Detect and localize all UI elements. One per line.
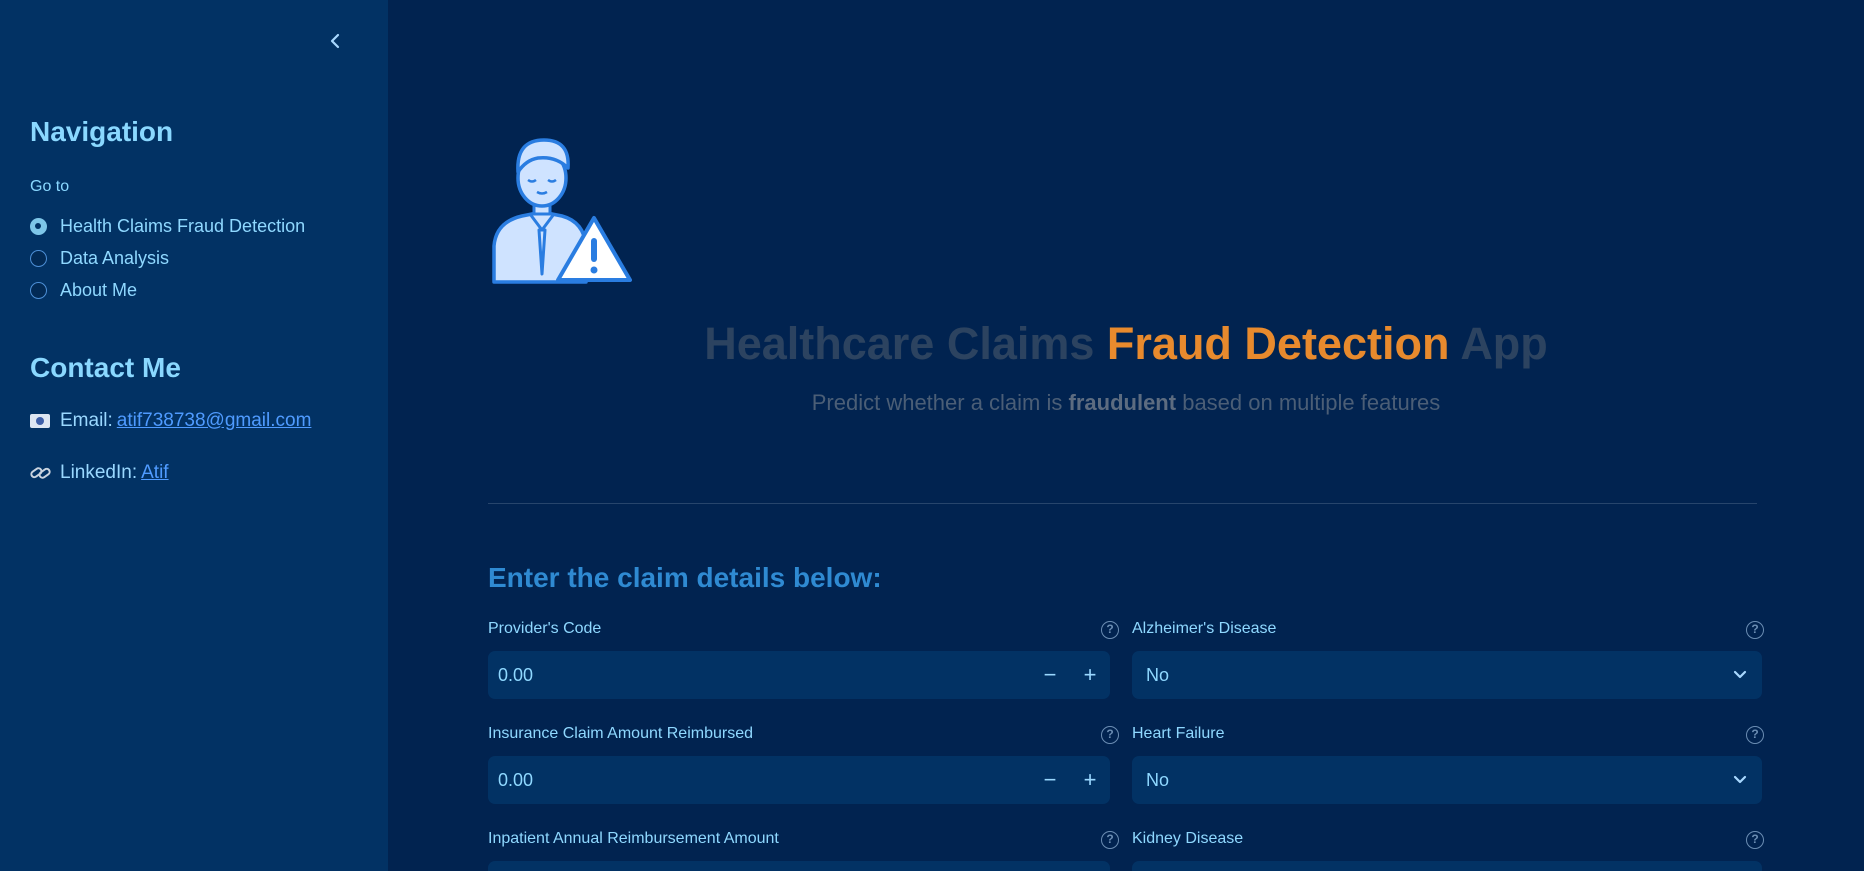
kidney-disease-select[interactable] [1132,861,1762,871]
title-part-2: App [1460,318,1548,369]
input-value: 0.00 [498,769,534,790]
radio-label: About Me [60,279,138,300]
insurance-claim-amount-input[interactable]: 0.00 − + [488,756,1110,804]
inpatient-annual-reimbursement-label: Inpatient Annual Reimbursement Amount [488,830,779,847]
radio-health-claims-fraud-detection[interactable]: Health Claims Fraud Detection [30,210,305,242]
subtitle-part-1: Predict whether a claim is [811,390,1063,415]
heart-failure-select[interactable]: No [1132,756,1762,804]
goto-label: Go to [30,178,70,195]
email-line: Email: atif738738@gmail.com [30,410,311,432]
help-icon[interactable]: ? [1101,621,1119,639]
radio-unchecked-icon [30,281,47,299]
decrement-button[interactable]: − [1030,651,1070,699]
linkedin-link[interactable]: Atif [141,462,168,484]
select-value: No [1146,769,1170,790]
radio-about-me[interactable]: About Me [30,274,305,306]
decrement-button[interactable]: − [1030,756,1070,804]
radio-data-analysis[interactable]: Data Analysis [30,242,305,274]
main-content: Healthcare Claims Fraud Detection App Pr… [388,0,1864,871]
subtitle-part-2: based on multiple features [1182,390,1441,415]
inpatient-annual-reimbursement-input[interactable] [488,861,1110,871]
linkedin-label: LinkedIn: [60,462,138,483]
providers-code-input[interactable]: 0.00 − + [488,651,1110,699]
providers-code-label: Provider's Code [488,620,602,637]
title-part-1: Healthcare Claims [704,318,1095,369]
link-icon [30,464,52,482]
collapse-sidebar-button[interactable] [322,28,348,54]
increment-button[interactable]: + [1070,651,1110,699]
title-accent: Fraud Detection [1106,318,1450,369]
linkedin-line: LinkedIn: Atif [30,462,169,484]
help-icon[interactable]: ? [1101,726,1119,744]
fraud-alert-person-icon [492,138,632,284]
heart-failure-label: Heart Failure [1132,725,1225,742]
help-icon[interactable]: ? [1746,621,1764,639]
radio-unchecked-icon [30,249,47,267]
form-header: Enter the claim details below: [488,562,882,593]
subtitle-bold: fraudulent [1068,390,1177,415]
radio-label: Data Analysis [60,247,170,268]
alzheimers-disease-select[interactable]: No [1132,651,1762,699]
email-link[interactable]: atif738738@gmail.com [117,410,312,432]
sidebar: Navigation Go to Health Claims Fraud Det… [0,0,388,871]
help-icon[interactable]: ? [1101,831,1119,849]
chevron-left-icon [330,33,340,49]
help-icon[interactable]: ? [1746,726,1764,744]
radio-checked-icon [30,217,47,235]
navigation-title: Navigation [30,116,174,147]
page-radio-group: Health Claims Fraud Detection Data Analy… [30,210,305,306]
email-icon [30,414,50,428]
chevron-down-icon [1718,775,1762,785]
increment-button[interactable]: + [1070,756,1110,804]
input-value: 0.00 [498,664,534,685]
app-title: Healthcare Claims Fraud Detection App [388,318,1864,370]
divider [488,503,1757,504]
insurance-claim-amount-label: Insurance Claim Amount Reimbursed [488,725,754,742]
select-value: No [1146,664,1170,685]
help-icon[interactable]: ? [1746,831,1764,849]
app-subtitle: Predict whether a claim is fraudulent ba… [388,390,1864,416]
radio-label: Health Claims Fraud Detection [60,215,306,236]
chevron-down-icon [1718,670,1762,680]
alzheimers-disease-label: Alzheimer's Disease [1132,620,1277,637]
kidney-disease-label: Kidney Disease [1132,830,1244,847]
contact-title: Contact Me [30,352,181,383]
email-label: Email: [60,410,113,431]
